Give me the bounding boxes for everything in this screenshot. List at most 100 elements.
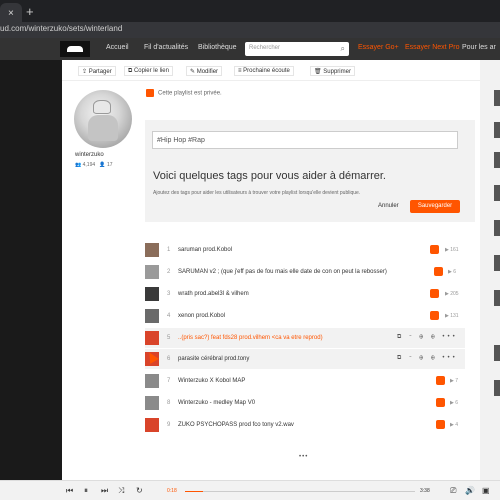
track-title[interactable]: xenon prod.Kobol [178, 313, 225, 319]
track-artwork[interactable] [145, 243, 159, 257]
sidebar-thumb[interactable] [494, 185, 500, 201]
following-count[interactable]: 17 [107, 162, 113, 168]
tags-input-value: #Hip Hop #Rap [157, 137, 205, 144]
playlist-action-bar: ⇪ Partager ⧉ Copier le lien ✎ Modifier ≡… [0, 66, 500, 78]
repeat-icon[interactable]: ↻ [136, 486, 143, 495]
soundcloud-logo[interactable] [60, 41, 90, 57]
track-number: 3 [167, 291, 171, 297]
cast-icon[interactable]: ⎚ [450, 486, 456, 496]
try-go-plus-link[interactable]: Essayer Go+ [358, 44, 399, 51]
browser-tab[interactable]: × [0, 3, 22, 22]
tab-close-icon[interactable]: × [8, 8, 14, 19]
delete-button[interactable]: 🗑 Supprimer [310, 66, 355, 76]
next-up-label: Prochaine écoute [243, 68, 290, 74]
track-title[interactable]: ZUKO PSYCHOPASS prod fco tony v2.wav [178, 422, 294, 428]
track-artwork[interactable] [145, 287, 159, 301]
track-title[interactable]: ..(pris sac?) feat fds28 prod.vilhem <ca… [178, 335, 323, 341]
track-title[interactable]: Winterzuko - medley Map V0 [178, 400, 255, 406]
track-row[interactable]: 2 SARUMAN v2 ; (que j'eff pas de fou mai… [145, 262, 465, 282]
go-plus-badge-icon [430, 311, 439, 320]
copy-link-button[interactable]: ⧉ Copier le lien [124, 66, 173, 76]
sidebar-thumb[interactable] [494, 122, 500, 138]
play-count: ▶ 161 [445, 247, 459, 253]
address-bar[interactable]: ud.com/winterzuko/sets/winterland [0, 22, 500, 38]
track-row-hovered[interactable]: 6 parasite cérébral prod.tony ⧉ ⌁ ⊕ ⊕ ••… [145, 349, 465, 369]
search-icon[interactable]: ⌕ [341, 44, 345, 54]
tags-input[interactable]: #Hip Hop #Rap [152, 131, 458, 149]
share-label: Partager [88, 69, 112, 75]
save-button[interactable]: Sauvegarder [410, 200, 460, 213]
url-text[interactable]: ud.com/winterzuko/sets/winterland [0, 24, 122, 33]
new-tab-icon[interactable]: + [26, 4, 34, 19]
edit-button[interactable]: ✎ Modifier [186, 66, 223, 76]
divider [62, 80, 480, 81]
track-row-hovered[interactable]: 5 ..(pris sac?) feat fds28 prod.vilhem <… [145, 328, 465, 348]
site-header: Accueil Fil d'actualités Bibliothèque Re… [0, 38, 500, 60]
play-count: ▶ 205 [445, 291, 459, 297]
private-notice-text: Cette playlist est privée. [158, 90, 222, 97]
sidebar-thumb[interactable] [494, 255, 500, 271]
sidebar-thumb[interactable] [494, 90, 500, 106]
track-row[interactable]: 1 saruman prod.Kobol ▶ 161 [145, 240, 465, 260]
share-button[interactable]: ⇪ Partager [78, 66, 116, 76]
sidebar-thumb[interactable] [494, 152, 500, 168]
nav-home[interactable]: Accueil [106, 44, 129, 51]
progress-bar[interactable] [185, 491, 415, 492]
search-input[interactable]: Rechercher ⌕ [245, 42, 349, 56]
track-row[interactable]: 9 ZUKO PSYCHOPASS prod fco tony v2.wav ▶… [145, 415, 465, 435]
progress-fill [185, 491, 204, 492]
track-title[interactable]: wrath prod.abel3l & vilhem [178, 291, 249, 297]
track-hover-actions[interactable]: ⧉ ⌁ ⊕ ⊕ ••• [397, 355, 458, 362]
go-plus-badge-icon [430, 245, 439, 254]
cancel-button[interactable]: Annuler [378, 203, 399, 209]
pause-icon[interactable]: ⏸ [84, 486, 88, 496]
track-hover-actions[interactable]: ⧉ ⌁ ⊕ ⊕ ••• [397, 334, 458, 341]
search-placeholder: Rechercher [249, 45, 281, 51]
track-artwork[interactable] [145, 331, 159, 345]
sidebar-thumb[interactable] [494, 290, 500, 306]
track-title[interactable]: SARUMAN v2 ; (que j'eff pas de fou mais … [178, 269, 387, 275]
nav-feed[interactable]: Fil d'actualités [144, 44, 188, 51]
delete-label: Supprimer [323, 69, 351, 75]
go-plus-badge-icon [436, 420, 445, 429]
volume-icon[interactable]: 🔊 [465, 486, 475, 495]
try-next-pro-link[interactable]: Essayer Next Pro [405, 44, 459, 51]
track-artwork[interactable] [145, 374, 159, 388]
avatar[interactable] [74, 90, 132, 148]
track-number: 7 [167, 378, 171, 384]
track-artwork[interactable] [145, 265, 159, 279]
track-artwork[interactable] [145, 418, 159, 432]
track-row[interactable]: 3 wrath prod.abel3l & vilhem ▶ 205 [145, 284, 465, 304]
followers-icon: 👥 [75, 162, 82, 168]
track-number: 8 [167, 400, 171, 406]
track-row[interactable]: 8 Winterzuko - medley Map V0 ▶ 6 [145, 393, 465, 413]
tags-subtext: Ajoutez des tags pour aider les utilisat… [153, 190, 361, 196]
track-title[interactable]: saruman prod.Kobol [178, 247, 232, 253]
followers-count[interactable]: 4,194 [83, 162, 96, 168]
screen: × + ud.com/winterzuko/sets/winterland Ac… [0, 0, 500, 500]
sidebar-thumb[interactable] [494, 345, 500, 361]
play-count: ▶ 6 [448, 269, 457, 275]
track-artwork[interactable] [145, 309, 159, 323]
nav-library[interactable]: Bibliothèque [198, 44, 237, 51]
avatar-figure-head [93, 100, 111, 114]
previous-track-icon[interactable]: ⏮ [66, 486, 73, 496]
sidebar-thumb[interactable] [494, 380, 500, 396]
go-plus-badge-icon [434, 267, 443, 276]
edit-label: Modifier [196, 69, 219, 75]
track-artwork[interactable] [145, 396, 159, 410]
track-number: 1 [167, 247, 171, 253]
next-up-button[interactable]: ≡ Prochaine écoute [234, 66, 294, 76]
username[interactable]: winterzuko [75, 152, 104, 158]
browser-tabbar: × + [0, 0, 500, 22]
next-track-icon[interactable]: ⏭ [101, 486, 108, 496]
shuffle-icon[interactable]: ⤨ [118, 486, 124, 496]
track-row[interactable]: 4 xenon prod.Kobol ▶ 131 [145, 306, 465, 326]
track-title[interactable]: parasite cérébral prod.tony [178, 356, 249, 362]
track-title[interactable]: Winterzuko X Kobol MAP [178, 378, 245, 384]
sidebar-thumb[interactable] [494, 220, 500, 236]
for-artists-link[interactable]: Pour les ar [462, 44, 496, 51]
loading-indicator: ••• [299, 454, 309, 460]
track-thumbnail[interactable]: ▣ [482, 486, 490, 495]
track-row[interactable]: 7 Winterzuko X Kobol MAP ▶ 7 [145, 371, 465, 391]
